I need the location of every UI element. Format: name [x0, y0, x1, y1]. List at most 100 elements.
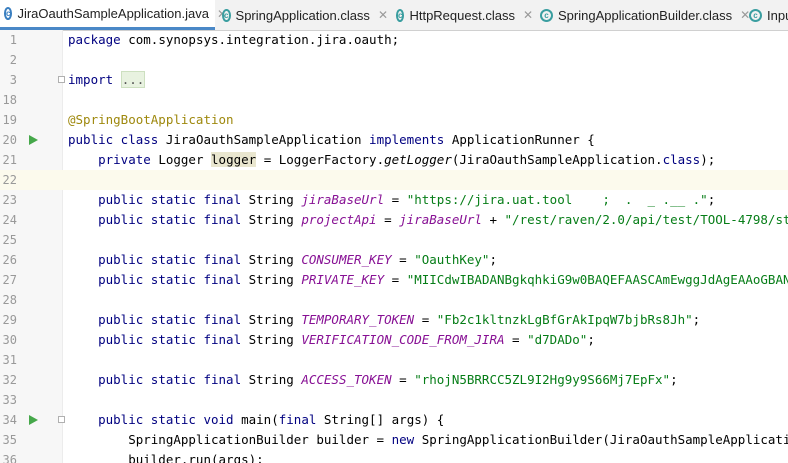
code-line[interactable]: 21 private Logger logger = LoggerFactory…: [0, 150, 788, 170]
code-line[interactable]: 1 package com.synopsys.integration.jira.o…: [0, 30, 788, 50]
code-token: ;: [692, 312, 701, 327]
code-token: =: [376, 212, 400, 227]
code-token: public static final: [98, 312, 249, 327]
class-file-icon: c: [540, 8, 553, 22]
code-token: =: [414, 312, 437, 327]
code-token: =: [504, 332, 528, 347]
code-token[interactable]: ...: [120, 71, 146, 88]
code-text: public static final String PRIVATE_KEY =…: [68, 270, 788, 290]
tab-2[interactable]: c HttpRequest.class ✕: [392, 0, 533, 30]
tab-label: SpringApplicationBuilder.class: [558, 7, 733, 23]
code-token: "MIICdwIBADANBgkqhkiG9w0BAQEFAASCAmEwggJ…: [406, 272, 788, 287]
code-line[interactable]: 35 SpringApplicationBuilder builder = ne…: [0, 430, 788, 450]
code-token: new: [391, 432, 422, 447]
code-token: public static final: [98, 192, 249, 207]
code-token: +: [481, 212, 505, 227]
code-line[interactable]: 26 public static final String CONSUMER_K…: [0, 250, 788, 270]
tab-0[interactable]: c JiraOauthSampleApplication.java ✕: [0, 0, 227, 30]
line-number: 28: [2, 293, 17, 307]
code-editor[interactable]: 1 package com.synopsys.integration.jira.o…: [0, 30, 788, 463]
code-token: String: [248, 372, 302, 387]
code-line[interactable]: 31: [0, 350, 788, 370]
code-line[interactable]: 20 public class JiraOauthSampleApplicatio…: [0, 130, 788, 150]
code-line[interactable]: 27 public static final String PRIVATE_KE…: [0, 270, 788, 290]
code-token: builder.run(args);: [68, 452, 264, 463]
code-text: public static final String projectApi = …: [68, 210, 788, 230]
code-line[interactable]: 33: [0, 390, 788, 410]
line-number: 30: [2, 333, 17, 347]
code-token: String: [248, 252, 302, 267]
code-token: implements: [369, 132, 452, 147]
code-token: public static final: [98, 212, 249, 227]
code-token: VERIFICATION_CODE_FROM_JIRA: [301, 332, 505, 347]
line-number: 21: [2, 153, 17, 167]
code-text: builder.run(args);: [68, 450, 264, 463]
code-token: String[] args) {: [323, 412, 445, 427]
code-token: String: [248, 192, 302, 207]
code-token: public static void: [98, 412, 242, 427]
code-token: PRIVATE_KEY: [301, 272, 385, 287]
line-number: 1: [9, 33, 17, 47]
code-token: public static final: [98, 272, 249, 287]
code-text: public static final String VERIFICATION_…: [68, 330, 595, 350]
line-number: 29: [2, 313, 17, 327]
code-token: @SpringBootApplication: [68, 112, 234, 127]
code-line[interactable]: 28: [0, 290, 788, 310]
code-line[interactable]: 25: [0, 230, 788, 250]
code-text: import ...: [68, 70, 146, 90]
code-line[interactable]: 34 public static void main(final String[…: [0, 410, 788, 430]
line-number: 26: [2, 253, 17, 267]
code-line[interactable]: 24 public static final String projectApi…: [0, 210, 788, 230]
code-line[interactable]: 32 public static final String ACCESS_TOK…: [0, 370, 788, 390]
code-token: (JiraOauthSampleApplication.: [451, 152, 663, 167]
code-token: main(: [241, 412, 279, 427]
code-token: JiraOauthSampleApplication: [165, 132, 370, 147]
tab-3[interactable]: c SpringApplicationBuilder.class ✕: [536, 0, 761, 30]
tab-label: Inpu: [767, 7, 788, 23]
line-number: 31: [2, 353, 17, 367]
tab-label: SpringApplication.class: [235, 7, 370, 23]
code-text: public static final String ACCESS_TOKEN …: [68, 370, 678, 390]
line-number: 20: [2, 133, 17, 147]
code-line[interactable]: 36 builder.run(args);: [0, 450, 788, 463]
code-token: com.synopsys.integration.jira.oauth;: [128, 32, 400, 47]
code-line[interactable]: 2: [0, 50, 788, 70]
code-token: =: [391, 372, 415, 387]
code-line[interactable]: 3 import ...: [0, 70, 788, 90]
code-token: ;: [587, 332, 595, 347]
tab-4[interactable]: c Inpu: [745, 0, 788, 30]
code-line[interactable]: 23 public static final String jiraBaseUr…: [0, 190, 788, 210]
tab-1[interactable]: c SpringApplication.class ✕: [218, 0, 388, 30]
code-line[interactable]: 22: [0, 170, 788, 190]
line-number: 19: [2, 113, 17, 127]
fold-toggle-icon[interactable]: [58, 76, 65, 83]
code-token: "d7DADo": [527, 332, 588, 347]
code-text: SpringApplicationBuilder builder = new S…: [68, 430, 788, 450]
code-token: ;: [489, 252, 497, 267]
code-line[interactable]: 30 public static final String VERIFICATI…: [0, 330, 788, 350]
close-icon[interactable]: ✕: [378, 8, 388, 22]
code-token: projectApi: [301, 212, 377, 227]
code-line[interactable]: 18: [0, 90, 788, 110]
code-token: );: [700, 152, 716, 167]
run-gutter-icon[interactable]: [29, 135, 38, 145]
line-number: 32: [2, 373, 17, 387]
code-token: "Fb2c1kltnzkLgBfGrAkIpqW7bjbRs8Jh": [436, 312, 693, 327]
line-number: 27: [2, 273, 17, 287]
code-token: SpringApplicationBuilder builder =: [68, 432, 392, 447]
code-line[interactable]: 29 public static final String TEMPORARY_…: [0, 310, 788, 330]
run-gutter-icon[interactable]: [29, 415, 38, 425]
line-number: 24: [2, 213, 17, 227]
code-token: ACCESS_TOKEN: [301, 372, 392, 387]
fold-toggle-icon[interactable]: [58, 416, 65, 423]
code-token: class: [662, 152, 701, 167]
code-token: ApplicationRunner {: [451, 132, 595, 147]
close-icon[interactable]: ✕: [523, 8, 533, 22]
line-number: 2: [9, 53, 17, 67]
code-token: String: [248, 212, 302, 227]
code-line[interactable]: 19 @SpringBootApplication: [0, 110, 788, 130]
